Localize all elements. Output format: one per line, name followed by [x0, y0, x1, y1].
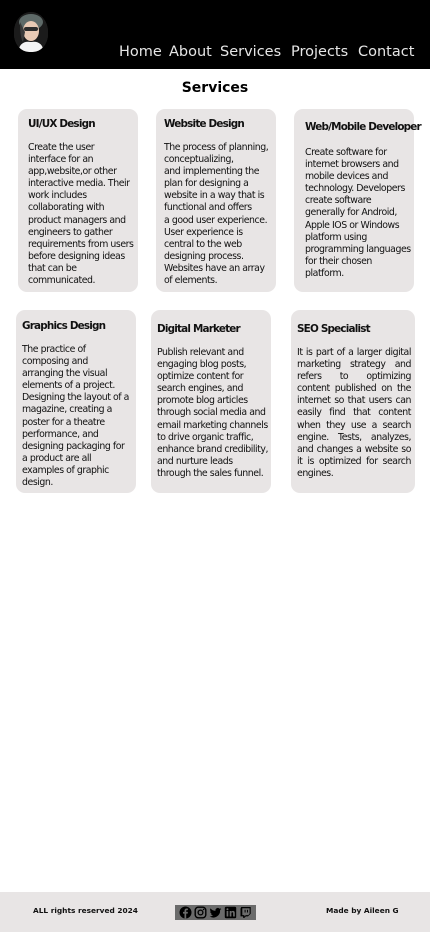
- nav-about-link[interactable]: About: [169, 44, 212, 60]
- instagram-icon[interactable]: [194, 906, 207, 919]
- service-card-title: Website Design: [164, 118, 245, 130]
- top-header: Home About Services Projects Contact: [0, 0, 430, 69]
- twitter-icon[interactable]: [209, 906, 222, 919]
- service-card-title: Graphics Design: [22, 320, 106, 332]
- service-card-digital-marketer: Digital Marketer Publish relevant and en…: [151, 310, 271, 493]
- linkedin-icon[interactable]: [224, 906, 237, 919]
- service-card-body: The practice of composing and arranging …: [22, 344, 129, 489]
- nav-projects-link[interactable]: Projects: [291, 44, 348, 60]
- nav-contact-link[interactable]: Contact: [358, 44, 414, 60]
- service-card-title: Digital Marketer: [157, 323, 241, 335]
- service-card-ui-ux: UI/UX Design Create the user interface f…: [18, 109, 138, 292]
- social-links-bar: [175, 905, 256, 920]
- service-card-body: Create software for internet browsers an…: [305, 147, 411, 279]
- twitch-icon[interactable]: [239, 906, 252, 919]
- service-card-title: UI/UX Design: [28, 118, 96, 130]
- made-by-text: Made by Aileen G: [326, 906, 399, 915]
- nav-services-link[interactable]: Services: [220, 44, 281, 60]
- service-card-body: Create the user interface for an app,web…: [28, 142, 134, 287]
- main-nav: Home About Services Projects Contact: [0, 44, 430, 64]
- service-card-seo-specialist: SEO Specialist It is part of a larger di…: [291, 310, 415, 493]
- service-card-website-design: Website Design The process of planning, …: [156, 109, 276, 292]
- page-title: Services: [181, 80, 249, 96]
- copyright-text: ALL rights reserved 2024: [33, 906, 138, 915]
- service-card-graphics-design: Graphics Design The practice of composin…: [16, 310, 136, 493]
- nav-home-link[interactable]: Home: [119, 44, 162, 60]
- service-card-body: Publish relevant and engaging blog posts…: [157, 347, 269, 479]
- facebook-icon[interactable]: [179, 906, 192, 919]
- service-card-body: It is part of a larger digital marketing…: [297, 347, 411, 479]
- service-card-web-mobile-developer: Web/Mobile Developer Create software for…: [294, 109, 422, 292]
- service-card-title: SEO Specialist: [297, 323, 371, 335]
- service-card-title: Web/Mobile Developer: [305, 121, 422, 133]
- service-card-body: The process of planning, conceptualizing…: [164, 142, 269, 287]
